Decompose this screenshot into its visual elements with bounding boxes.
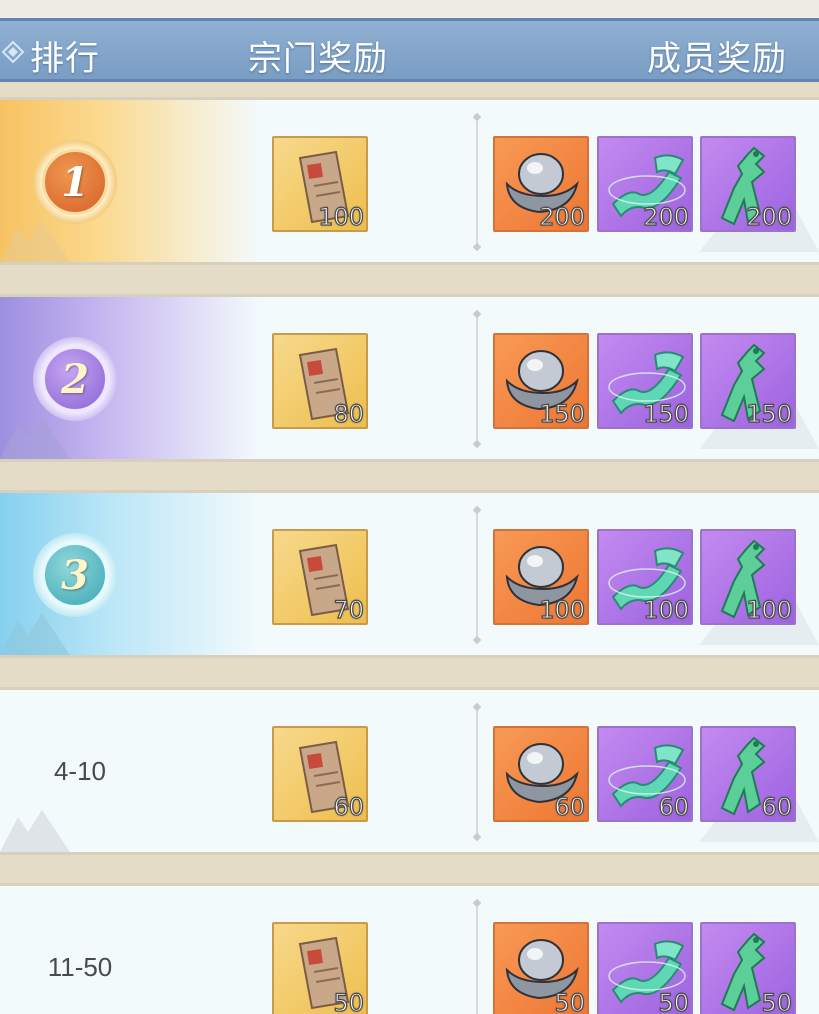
item-quantity: 60	[333, 793, 365, 821]
reward-row-4: 4-10 60 60 60 60	[0, 687, 819, 855]
rank-range: 11-50	[47, 952, 113, 982]
item-quantity: 50	[554, 989, 586, 1014]
diamond-icon	[2, 41, 24, 63]
column-divider	[476, 118, 478, 246]
member-reward-item[interactable]: 50	[493, 922, 589, 1014]
item-quantity: 200	[746, 203, 793, 231]
member-reward-item[interactable]: 200	[597, 136, 693, 232]
item-quantity: 50	[761, 989, 793, 1014]
member-reward-item[interactable]: 50	[700, 922, 796, 1014]
item-quantity: 100	[539, 596, 586, 624]
rank-number: 1	[42, 149, 108, 215]
rank-medal: 2	[33, 337, 117, 421]
sect-reward-item[interactable]: 60	[272, 726, 368, 822]
sect-reward-item[interactable]: 80	[272, 333, 368, 429]
member-reward-item[interactable]: 100	[700, 529, 796, 625]
mountain-decor-icon	[0, 810, 70, 852]
rank-number: 2	[42, 346, 108, 412]
member-reward-item[interactable]: 150	[700, 333, 796, 429]
column-divider	[476, 708, 478, 836]
item-quantity: 50	[333, 989, 365, 1014]
member-reward-item[interactable]: 150	[493, 333, 589, 429]
item-quantity: 100	[643, 596, 690, 624]
reward-row-3: 3 70 100 100 100	[0, 490, 819, 658]
reward-row-5: 11-50 50 50 50 50	[0, 883, 819, 1014]
sect-reward-item[interactable]: 70	[272, 529, 368, 625]
sect-reward-item[interactable]: 100	[272, 136, 368, 232]
header-sect-reward: 宗门奖励	[248, 39, 388, 79]
rank-range: 4-10	[53, 756, 107, 786]
item-quantity: 70	[333, 596, 365, 624]
rank-medal: 3	[33, 533, 117, 617]
member-reward-item[interactable]: 100	[493, 529, 589, 625]
rank-medal: 1	[33, 140, 117, 224]
item-quantity: 150	[539, 400, 586, 428]
member-reward-item[interactable]: 200	[700, 136, 796, 232]
table-header: 排行 宗门奖励 成员奖励	[0, 18, 819, 82]
item-quantity: 60	[658, 793, 690, 821]
member-reward-item[interactable]: 150	[597, 333, 693, 429]
member-reward-item[interactable]: 60	[493, 726, 589, 822]
item-quantity: 150	[746, 400, 793, 428]
reward-row-1: 1 100 200 200 200	[0, 97, 819, 265]
column-divider	[476, 315, 478, 443]
rank-number: 3	[42, 542, 108, 608]
column-divider	[476, 904, 478, 1014]
header-rank: 排行	[30, 39, 100, 79]
sect-reward-item[interactable]: 50	[272, 922, 368, 1014]
item-quantity: 60	[761, 793, 793, 821]
item-quantity: 100	[746, 596, 793, 624]
member-reward-item[interactable]: 60	[700, 726, 796, 822]
member-reward-item[interactable]: 100	[597, 529, 693, 625]
member-reward-item[interactable]: 50	[597, 922, 693, 1014]
item-quantity: 150	[643, 400, 690, 428]
reward-row-2: 2 80 150 150 150	[0, 294, 819, 462]
top-strip	[0, 0, 819, 18]
item-quantity: 60	[554, 793, 586, 821]
member-reward-item[interactable]: 60	[597, 726, 693, 822]
item-quantity: 50	[658, 989, 690, 1014]
header-member-reward: 成员奖励	[647, 39, 787, 79]
item-quantity: 200	[539, 203, 586, 231]
member-reward-item[interactable]: 200	[493, 136, 589, 232]
item-quantity: 200	[643, 203, 690, 231]
item-quantity: 100	[318, 203, 365, 231]
item-quantity: 80	[333, 400, 365, 428]
column-divider	[476, 511, 478, 639]
